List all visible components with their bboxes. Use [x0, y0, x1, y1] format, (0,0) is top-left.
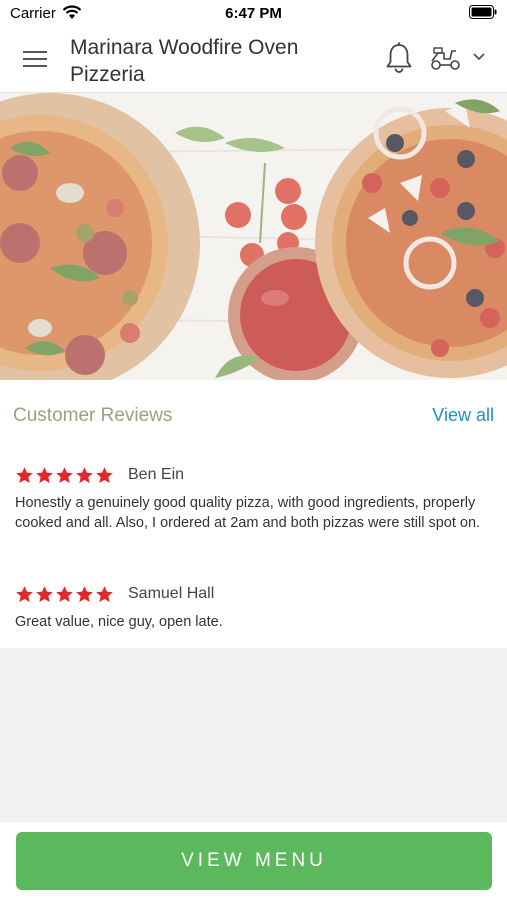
star-icon [76, 466, 93, 483]
star-icon [36, 585, 53, 602]
star-icon [56, 585, 73, 602]
battery-icon [469, 5, 497, 19]
star-icon [36, 466, 53, 483]
reviews-heading: Customer Reviews [13, 405, 173, 426]
reviewer-name: Ben Ein [128, 466, 185, 483]
review-item: Samuel Hall Great value, nice guy, open … [15, 582, 495, 632]
star-icon [96, 466, 113, 483]
star-rating [15, 585, 114, 604]
reviewer-name: Samuel Hall [128, 585, 215, 602]
page-title: Marinara Woodfire Oven Pizzeria [70, 36, 299, 86]
star-icon [56, 466, 73, 483]
pizza-banner-image [0, 93, 507, 380]
star-rating [15, 466, 114, 485]
chevron-down-icon[interactable] [472, 52, 486, 62]
status-bar: Carrier 6:47 PM [0, 0, 507, 26]
star-icon [16, 585, 33, 602]
customer-reviews-section: Customer Reviews View all Ben Ein Honest… [0, 380, 507, 648]
star-icon [76, 585, 93, 602]
review-text: Great value, nice guy, open late. [15, 614, 223, 630]
star-icon [96, 585, 113, 602]
hamburger-menu-icon[interactable] [22, 46, 48, 72]
view-menu-button[interactable]: VIEW MENU [16, 832, 492, 890]
bell-icon[interactable] [384, 42, 414, 74]
star-icon [16, 466, 33, 483]
view-all-link[interactable]: View all [432, 405, 494, 426]
status-time: 6:47 PM [225, 5, 282, 22]
footer-bar: VIEW MENU [0, 822, 507, 900]
app-header: Marinara Woodfire Oven Pizzeria [0, 26, 507, 93]
scooter-icon[interactable] [430, 47, 462, 71]
review-item: Ben Ein Honestly a genuinely good qualit… [15, 463, 495, 533]
review-text: Honestly a genuinely good quality pizza,… [15, 495, 481, 531]
